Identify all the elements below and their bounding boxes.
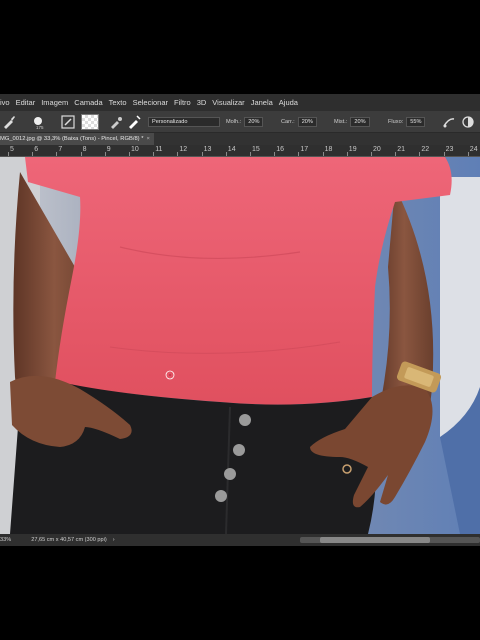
ruler-tick-label: 23	[445, 146, 454, 153]
ruler-tick-label: 16	[276, 146, 284, 153]
image-canvas[interactable]	[0, 157, 480, 534]
menu-bar: ivo Editar Imagem Camada Texto Seleciona…	[0, 94, 480, 111]
ruler-tick-mark	[395, 152, 397, 156]
ruler-tick-mark	[443, 152, 445, 156]
load-field[interactable]: Carr.: 20%	[281, 111, 317, 133]
mix-label: Mist.:	[334, 119, 348, 125]
wet-value[interactable]: 20%	[244, 117, 264, 127]
ruler-tick-label: 18	[324, 146, 333, 153]
close-tab-icon[interactable]: ×	[146, 136, 149, 142]
ruler-tick-label: 17	[300, 146, 309, 153]
menu-item-selecionar[interactable]: Selecionar	[133, 98, 168, 107]
clean-brush-icon[interactable]	[127, 115, 141, 129]
menu-item-3d[interactable]: 3D	[197, 98, 207, 107]
blend-preset-select[interactable]: Personalizado	[145, 111, 220, 133]
ruler-tick-mark	[419, 152, 421, 156]
mix-field[interactable]: Mist.: 20%	[334, 111, 370, 133]
menu-item-arquivo[interactable]: ivo	[0, 98, 10, 107]
mixer-brush-tool-icon[interactable]	[2, 115, 16, 129]
menu-item-imagem[interactable]: Imagem	[41, 98, 68, 107]
photo-artwork	[0, 157, 480, 534]
ruler-tick-label: 12	[179, 146, 188, 153]
ruler-tick-label: 11	[155, 146, 163, 153]
zoom-level[interactable]: 33%	[0, 537, 11, 543]
load-value[interactable]: 20%	[297, 117, 317, 127]
wet-field[interactable]: Molh.: 20%	[226, 111, 264, 133]
ruler-tick-label: 22	[421, 146, 430, 153]
document-tab[interactable]: MG_0012.jpg @ 33,3% (Baixa (Tons) - Pinc…	[0, 133, 154, 145]
menu-item-visualizar[interactable]: Visualizar	[212, 98, 244, 107]
menu-item-camada[interactable]: Camada	[74, 98, 102, 107]
menu-item-editar[interactable]: Editar	[16, 98, 36, 107]
ruler-tick-label: 24	[469, 146, 478, 153]
letterbox-top	[0, 0, 480, 94]
menu-item-texto[interactable]: Texto	[109, 98, 127, 107]
ruler-tick-label: 20	[373, 146, 381, 153]
ruler-tick-label: 15	[252, 146, 260, 153]
document-tab-title: MG_0012.jpg @ 33,3% (Baixa (Tons) - Pinc…	[0, 136, 144, 142]
flow-field[interactable]: Fluxo: 55%	[388, 111, 426, 133]
sample-all-layers-icon[interactable]	[461, 115, 475, 129]
ruler-tick-mark	[8, 152, 9, 156]
ruler-tick-mark	[201, 152, 203, 156]
ruler-tick-mark	[467, 152, 469, 156]
ruler-tick-mark	[250, 152, 251, 156]
document-tab-bar: MG_0012.jpg @ 33,3% (Baixa (Tons) - Pinc…	[0, 133, 480, 145]
ruler-tick-label: 5	[10, 146, 14, 153]
ruler-tick-mark	[104, 152, 106, 156]
airbrush-icon[interactable]	[442, 115, 456, 129]
ruler-tick-label: 14	[227, 146, 236, 153]
blend-preset-value: Personalizado	[148, 117, 220, 127]
ruler-tick-label: 9	[106, 146, 111, 153]
ruler-tick-mark	[56, 152, 58, 156]
ruler-tick-mark	[346, 152, 348, 156]
menu-item-janela[interactable]: Janela	[251, 98, 273, 107]
ruler-tick-label: 21	[397, 146, 405, 153]
horizontal-ruler: 5 6 7 8 9 10 11 12 13 14 15 16 17 18 19 20 21 22 23 24	[0, 145, 480, 157]
brush-size-label: 175	[36, 125, 44, 130]
ruler-tick-label: 7	[58, 146, 63, 153]
ruler-tick-mark	[225, 152, 227, 156]
letterbox-bottom	[0, 546, 480, 640]
current-brush-load-swatch[interactable]	[81, 114, 99, 130]
brush-panel-icon[interactable]	[61, 115, 75, 129]
load-brush-icon[interactable]	[109, 115, 123, 129]
options-bar: 175 Personalizado Molh.: 20% Carr.: 20% …	[0, 111, 480, 133]
ruler-tick-label: 8	[82, 146, 87, 153]
load-label: Carr.:	[281, 119, 295, 125]
flow-label: Fluxo:	[388, 119, 404, 125]
ruler-tick-mark	[80, 152, 82, 156]
ruler-tick-label: 13	[203, 146, 212, 153]
ruler-tick-mark	[298, 152, 300, 156]
ruler-tick-label: 10	[131, 146, 139, 153]
ruler-tick-mark	[177, 152, 179, 156]
photoshop-window: ivo Editar Imagem Camada Texto Seleciona…	[0, 94, 480, 546]
ruler-tick-mark	[274, 152, 276, 156]
mix-value[interactable]: 20%	[350, 117, 370, 127]
flow-value[interactable]: 55%	[406, 117, 426, 127]
ruler-tick-mark	[322, 152, 324, 156]
scrollbar-thumb[interactable]	[320, 537, 430, 543]
ruler-tick-label: 6	[34, 146, 39, 153]
ruler-tick-mark	[371, 152, 372, 156]
ruler-tick-mark	[129, 152, 130, 156]
ruler-tick-mark	[32, 152, 34, 156]
menu-item-filtro[interactable]: Filtro	[174, 98, 191, 107]
wet-label: Molh.:	[226, 119, 242, 125]
status-menu-arrow[interactable]: ›	[113, 537, 115, 543]
document-dimensions: 27,65 cm x 40,57 cm (300 ppi)	[31, 537, 107, 543]
horizontal-scrollbar[interactable]	[300, 537, 480, 543]
ruler-tick-label: 19	[348, 146, 357, 153]
menu-item-ajuda[interactable]: Ajuda	[279, 98, 298, 107]
ruler-tick-mark	[153, 152, 155, 156]
